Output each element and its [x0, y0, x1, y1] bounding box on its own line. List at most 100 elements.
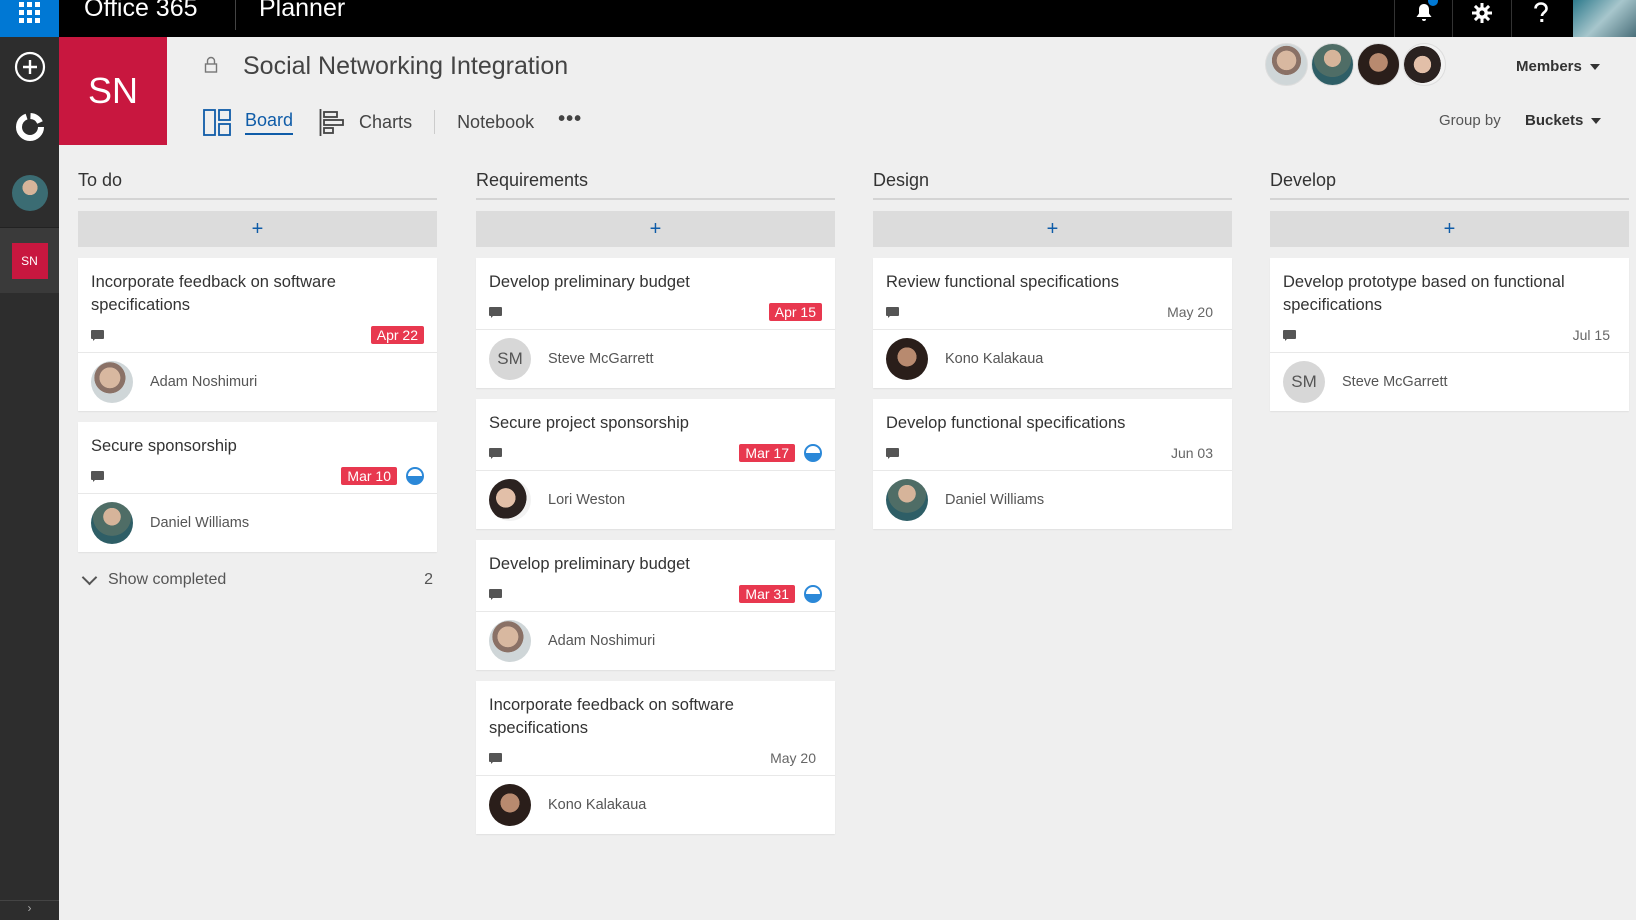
task-card[interactable]: Incorporate feedback on software specifi… [476, 681, 835, 834]
member-avatars [1265, 43, 1449, 86]
members-label: Members [1516, 58, 1582, 75]
completed-count: 2 [424, 571, 433, 588]
tab-charts[interactable]: Charts [319, 108, 413, 136]
comment-icon [489, 306, 502, 318]
expand-rail-button[interactable]: › [0, 900, 59, 920]
assignee-name: Steve McGarrett [1342, 374, 1448, 390]
bucket-column: Design + Review functional specifications… [873, 170, 1232, 529]
help-icon [1533, 1, 1548, 22]
add-icon [14, 51, 45, 83]
comment-icon [91, 470, 104, 482]
tab-notebook-label: Notebook [457, 111, 535, 132]
assignee-name: Steve McGarrett [548, 351, 654, 367]
comment-icon [489, 752, 502, 764]
task-card[interactable]: Develop functional specifications Jun 03… [873, 399, 1232, 529]
more-options-button[interactable]: ••• [558, 108, 582, 131]
tab-charts-label: Charts [359, 111, 413, 132]
task-assignee[interactable]: Lori Weston [476, 471, 835, 529]
tab-board-label: Board [245, 110, 294, 135]
task-assignee[interactable]: Kono Kalakaua [873, 330, 1232, 388]
add-task-button[interactable]: + [476, 211, 835, 247]
task-card[interactable]: Develop preliminary budget Mar 31 Adam N… [476, 540, 835, 670]
planner-hub-button[interactable] [0, 97, 59, 157]
bucket-column: To do + Incorporate feedback on software … [78, 170, 437, 589]
in-progress-icon[interactable] [804, 444, 822, 462]
user-avatar [11, 175, 48, 211]
app-launcher-button[interactable] [0, 0, 59, 37]
app-name[interactable]: Planner [259, 0, 345, 23]
rail-plan-tile: SN [11, 243, 48, 279]
task-card[interactable]: Secure sponsorship Mar 10 Daniel William… [78, 422, 437, 552]
rail-plan-button[interactable]: SN [0, 231, 59, 291]
task-title: Incorporate feedback on software specifi… [489, 696, 734, 737]
tab-divider [434, 110, 436, 134]
task-title: Secure sponsorship [91, 437, 237, 455]
task-card[interactable]: Secure project sponsorship Mar 17 Lori W… [476, 399, 835, 529]
avatar [886, 338, 928, 380]
task-card[interactable]: Develop preliminary budget Apr 15 SM Ste… [476, 258, 835, 388]
group-by-dropdown[interactable]: Buckets [1525, 112, 1602, 129]
due-date: Jul 15 [1572, 327, 1610, 343]
plan-tile: SN [59, 37, 167, 145]
add-task-button[interactable]: + [1270, 211, 1629, 247]
due-date: Jun 03 [1170, 445, 1213, 461]
chevron-down-icon [81, 569, 98, 585]
task-title: Secure project sponsorship [489, 414, 689, 432]
comment-icon [489, 588, 502, 600]
tab-board[interactable]: Board [203, 108, 294, 136]
bucket-title[interactable]: Design [873, 170, 1232, 200]
chevron-down-icon [1589, 63, 1600, 70]
brand-name[interactable]: Office 365 [84, 0, 198, 23]
account-avatar[interactable] [1573, 0, 1636, 37]
bell-icon [1416, 3, 1431, 21]
task-assignee[interactable]: Kono Kalakaua [476, 776, 835, 834]
hub-icon [15, 113, 44, 141]
task-assignee[interactable]: Adam Noshimuri [476, 612, 835, 670]
my-tasks-button[interactable] [0, 163, 59, 223]
task-title: Review functional specifications [886, 273, 1119, 291]
due-date-late-badge: Apr 22 [370, 326, 424, 344]
assignee-name: Daniel Williams [150, 515, 250, 531]
avatar [91, 502, 133, 544]
member-avatar[interactable] [1403, 43, 1446, 86]
task-assignee[interactable]: Daniel Williams [78, 494, 437, 552]
bucket-title[interactable]: To do [78, 170, 437, 200]
task-card[interactable]: Incorporate feedback on software specifi… [78, 258, 437, 411]
bucket-title[interactable]: Requirements [476, 170, 835, 200]
task-assignee[interactable]: SM Steve McGarrett [1270, 353, 1629, 411]
task-assignee[interactable]: Adam Noshimuri [78, 353, 437, 411]
add-task-button[interactable]: + [78, 211, 437, 247]
plan-title[interactable]: Social Networking Integration [243, 52, 568, 81]
member-avatar[interactable] [1265, 43, 1308, 86]
tab-notebook[interactable]: Notebook [457, 112, 534, 133]
new-plan-button[interactable] [0, 37, 59, 97]
show-completed-label: Show completed [108, 571, 227, 588]
members-dropdown[interactable]: Members [1516, 58, 1600, 75]
help-button[interactable] [1511, 0, 1569, 37]
task-card[interactable]: Review functional specifications May 20 … [873, 258, 1232, 388]
notification-badge [1428, 0, 1438, 6]
avatar [91, 361, 133, 403]
comment-icon [1283, 329, 1296, 341]
task-title: Develop preliminary budget [489, 273, 690, 291]
comment-icon [886, 306, 899, 318]
in-progress-icon[interactable] [406, 467, 424, 485]
in-progress-icon[interactable] [804, 585, 822, 603]
bucket-column: Develop + Develop prototype based on func… [1270, 170, 1629, 411]
task-assignee[interactable]: SM Steve McGarrett [476, 330, 835, 388]
task-title: Develop prototype based on functional sp… [1283, 273, 1565, 314]
task-assignee[interactable]: Daniel Williams [873, 471, 1232, 529]
group-by-label: Group by [1439, 112, 1501, 129]
view-tabs: Board Charts Notebook ••• [203, 106, 582, 138]
top-bar: Office 365 Planner [0, 0, 1636, 37]
avatar [489, 620, 531, 662]
show-completed-toggle[interactable]: Show completed 2 [78, 569, 437, 589]
settings-button[interactable] [1452, 0, 1510, 37]
member-avatar[interactable] [1311, 43, 1354, 86]
bucket-title[interactable]: Develop [1270, 170, 1629, 200]
assignee-name: Lori Weston [548, 492, 626, 508]
notifications-button[interactable] [1394, 0, 1452, 37]
member-avatar[interactable] [1357, 43, 1400, 86]
task-card[interactable]: Develop prototype based on functional sp… [1270, 258, 1629, 411]
add-task-button[interactable]: + [873, 211, 1232, 247]
